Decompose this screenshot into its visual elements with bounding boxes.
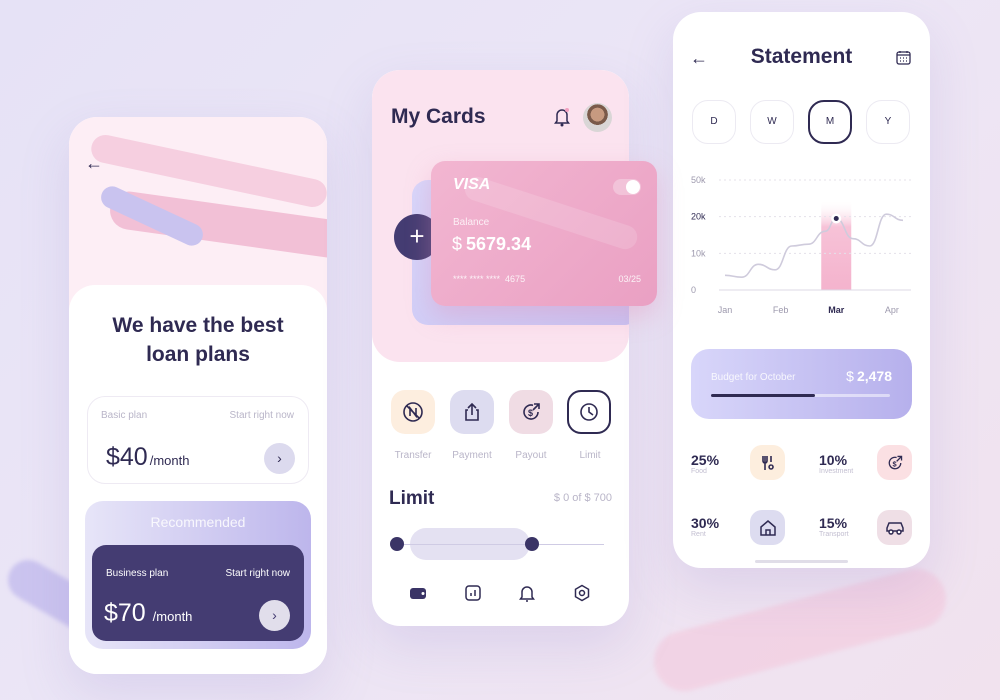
statement-screen: ← Statement D W M Y 0 10k 20k 50k Jan Feb Mar A… [673,12,930,568]
recommended-label: Recommended [150,514,246,530]
limit-slider-min-handle[interactable] [390,537,404,551]
y-tick-label: 50k [691,175,706,185]
category-rent: 30% Rent [691,515,720,538]
limit-button[interactable] [567,390,611,434]
limit-title: Limit [389,488,435,509]
recommended-section: Recommended Business plan Start right no… [85,501,311,649]
period-day-button[interactable]: D [692,100,736,144]
budget-progress [711,394,890,397]
pie-chart-icon [580,403,598,421]
x-tick-label: Apr [885,305,899,315]
business-plan-card[interactable]: Business plan Start right now $70 /month… [92,545,304,641]
category-investment: 10% Investment [819,452,854,475]
chevron-right-icon[interactable]: › [264,443,295,474]
period-year-button[interactable]: Y [866,100,910,144]
svg-text:$: $ [892,459,896,468]
chevron-right-icon[interactable]: › [259,600,290,631]
statement-chart: 0 10k 20k 50k Jan Feb Mar Apr [691,175,911,315]
action-label: Payment [452,450,492,461]
basic-plan-card[interactable]: Basic plan Start right now $40/month › [87,396,309,484]
my-cards-screen: My Cards + $ Transfer Payment Payout Lim… [372,70,629,626]
dollar-arrow-icon: $ [523,403,540,420]
svg-text:$: $ [528,408,533,418]
page-title: My Cards [391,105,486,128]
action-label: Transfer [394,450,432,461]
home-icon[interactable] [750,510,785,545]
payment-button[interactable] [450,390,494,434]
plan-price: $40/month [106,443,190,471]
limit-slider-handle[interactable] [525,537,539,551]
x-tick-label: Mar [828,305,845,315]
settings-icon[interactable] [573,584,591,602]
balance-label: Balance [453,217,490,228]
y-tick-label: 0 [691,285,696,295]
car-icon[interactable] [877,510,912,545]
bg-stroke [647,562,953,698]
x-tick-label: Feb [773,305,789,315]
visa-card[interactable]: VISA Balance $5679.34 **** **** **** 467… [431,161,657,306]
bell-icon[interactable] [518,584,536,602]
page-title: Statement [750,45,853,68]
headline: We have the best loan plans [112,314,284,366]
plan-price: $70 /month [104,599,193,627]
dollar-arrow-icon[interactable]: $ [877,445,912,480]
utensils-icon[interactable] [750,445,785,480]
stats-icon[interactable] [464,584,482,602]
plan-label: Business plan [106,568,169,579]
bell-icon[interactable] [553,107,571,127]
action-label: Payout [515,450,547,461]
no-transfer-icon [403,402,423,422]
limit-value: $ 0 of $ 700 [553,492,612,504]
budget-value: $2,478 [846,368,892,384]
plan-cta: Start right now [225,568,290,579]
y-tick-label: 10k [691,248,706,258]
plan-label: Basic plan [101,410,148,421]
action-label: Limit [579,450,601,461]
y-tick-label: 20k [691,212,706,222]
category-transport: 15% Transport [819,515,849,538]
budget-card[interactable]: Budget for October $2,478 [691,349,912,419]
transfer-button[interactable] [391,390,435,434]
card-number: **** **** **** 4675 [453,274,526,284]
avatar[interactable] [583,103,612,132]
series-line [724,213,904,278]
period-month-button[interactable]: M [808,100,852,144]
card-toggle[interactable] [613,179,641,195]
budget-label: Budget for October [711,372,796,383]
wallet-icon[interactable] [409,584,427,602]
upload-icon [465,402,479,421]
limit-slider-track[interactable] [396,544,604,545]
x-tick-label: Jan [718,305,733,315]
loan-plans-screen: ← We have the best loan plans Basic plan … [69,117,327,674]
plan-cta: Start right now [229,410,294,421]
calendar-icon[interactable] [896,50,911,65]
highlight-point[interactable] [833,216,839,221]
category-food: 25% Food [691,452,720,475]
card-brand: VISA [453,176,491,193]
home-indicator [755,560,848,563]
card-expiry: 03/25 [618,274,641,284]
payout-button[interactable]: $ [509,390,553,434]
card-balance: $5679.34 [452,234,532,254]
arrow-left-icon[interactable]: ← [85,153,103,174]
period-week-button[interactable]: W [750,100,794,144]
